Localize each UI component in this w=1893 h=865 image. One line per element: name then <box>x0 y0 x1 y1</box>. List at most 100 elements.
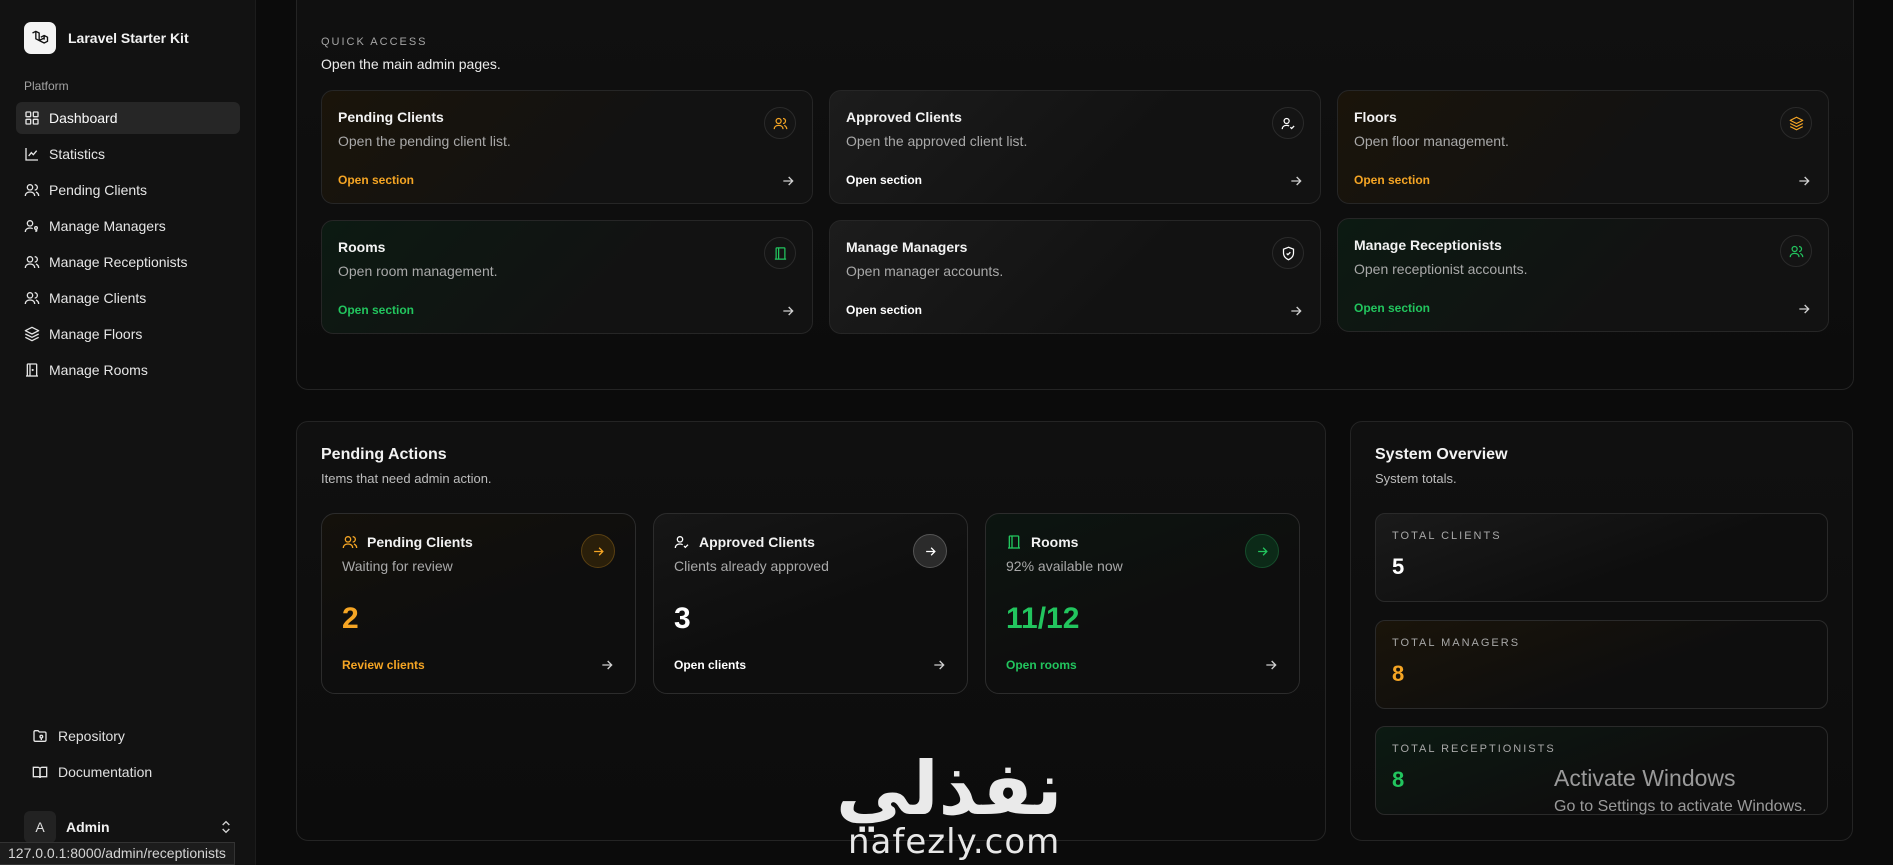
quick-card-manage-managers[interactable]: Manage Managers Open manager accounts. O… <box>829 220 1321 334</box>
arrow-right-icon <box>602 660 613 670</box>
stat-label: TOTAL MANAGERS <box>1392 637 1521 649</box>
sidebar-item-manage-floors[interactable]: Manage Floors <box>16 318 240 350</box>
layers-icon <box>1780 107 1812 139</box>
go-pending-clients-button[interactable] <box>581 534 615 568</box>
stat-value: 5 <box>1392 554 1405 579</box>
card-subtitle: Clients already approved <box>674 558 829 574</box>
card-desc: Open receptionist accounts. <box>1354 261 1528 277</box>
nav-group-label: Platform <box>24 79 69 93</box>
documentation-link[interactable]: Documentation <box>24 756 234 788</box>
door-icon <box>26 363 38 377</box>
arrow-right-icon <box>1291 176 1302 186</box>
sidebar-item-manage-receptionists[interactable]: Manage Receptionists <box>16 246 240 278</box>
arrow-right-icon <box>783 176 794 186</box>
open-section-link[interactable]: Open section <box>338 303 414 317</box>
user-name: Admin <box>66 819 110 835</box>
documentation-label: Documentation <box>58 764 153 780</box>
arrow-right-icon <box>925 546 936 556</box>
user-key-icon <box>24 220 38 233</box>
quick-access-panel: QUICK ACCESS Open the main admin pages. … <box>296 0 1854 390</box>
stat-total-clients: TOTAL CLIENTS 5 <box>1375 513 1828 602</box>
open-section-link[interactable]: Open section <box>1354 173 1430 187</box>
users-icon <box>764 107 796 139</box>
repository-label: Repository <box>58 728 125 744</box>
book-icon <box>32 766 48 779</box>
stat-label: TOTAL RECEPTIONISTS <box>1392 743 1556 755</box>
card-desc: Open floor management. <box>1354 133 1509 149</box>
card-desc: Open manager accounts. <box>846 263 1004 279</box>
sidebar-item-dashboard[interactable]: Dashboard <box>16 102 240 134</box>
pending-card-pending-clients[interactable]: Pending Clients Waiting for review 2 Rev… <box>321 513 636 694</box>
open-section-link[interactable]: Open section <box>846 303 922 317</box>
user-check-icon <box>674 536 689 549</box>
sidebar-item-manage-clients[interactable]: Manage Clients <box>16 282 240 314</box>
card-desc: Open room management. <box>338 263 498 279</box>
stat-total-managers: TOTAL MANAGERS 8 <box>1375 620 1828 709</box>
quick-card-rooms[interactable]: Rooms Open room management. Open section <box>321 220 813 334</box>
sidebar-nav: Dashboard Statistics Pending Clients Man… <box>16 102 240 390</box>
card-title: Manage Receptionists <box>1354 237 1502 253</box>
arrow-right-icon <box>1799 176 1810 186</box>
pending-actions-panel: Pending Actions Items that need admin ac… <box>296 421 1326 841</box>
quick-card-pending-clients[interactable]: Pending Clients Open the pending client … <box>321 90 813 204</box>
repository-link[interactable]: Repository <box>24 720 234 752</box>
arrow-right-icon <box>783 306 794 316</box>
arrow-right-icon <box>1257 546 1268 556</box>
chevrons-up-down-icon <box>222 820 230 834</box>
quick-card-manage-receptionists[interactable]: Manage Receptionists Open receptionist a… <box>1337 218 1829 332</box>
sidebar-item-pending-clients[interactable]: Pending Clients <box>16 174 240 206</box>
stat-label: TOTAL CLIENTS <box>1392 530 1502 542</box>
sidebar-item-label: Statistics <box>49 146 106 162</box>
arrow-right-icon <box>593 546 604 556</box>
card-title: Manage Managers <box>846 239 968 255</box>
brand-name: Laravel Starter Kit <box>68 30 189 46</box>
laravel-logo-icon <box>24 22 56 54</box>
go-approved-clients-button[interactable] <box>913 534 947 568</box>
review-clients-link[interactable]: Review clients <box>342 658 425 672</box>
status-bar-url: 127.0.0.1:8000/admin/receptionists <box>0 842 235 865</box>
rooms-available-count: 11/12 <box>1006 602 1080 635</box>
layers-icon <box>24 326 40 342</box>
sidebar-item-label: Manage Rooms <box>49 362 148 378</box>
open-section-link[interactable]: Open section <box>338 173 414 187</box>
quick-card-approved-clients[interactable]: Approved Clients Open the approved clien… <box>829 90 1321 204</box>
dashboard-icon <box>25 111 39 125</box>
sidebar-item-label: Manage Floors <box>49 326 143 342</box>
sidebar-item-label: Manage Clients <box>49 290 147 306</box>
sidebar-item-manage-rooms[interactable]: Manage Rooms <box>16 354 240 386</box>
sidebar-item-label: Manage Receptionists <box>49 254 188 270</box>
activate-windows-notice: Activate Windows Go to Settings to activ… <box>1554 765 1807 816</box>
watermark-logo: نفذلي <box>836 746 1063 832</box>
activate-windows-subtitle: Go to Settings to activate Windows. <box>1554 798 1807 815</box>
pending-clients-count: 2 <box>342 602 359 635</box>
sidebar-item-manage-managers[interactable]: Manage Managers <box>16 210 240 242</box>
user-menu[interactable]: A Admin <box>24 811 234 843</box>
open-section-link[interactable]: Open section <box>1354 301 1430 315</box>
open-rooms-link[interactable]: Open rooms <box>1006 658 1077 672</box>
open-clients-link[interactable]: Open clients <box>674 658 746 672</box>
folder-git-icon <box>33 730 47 742</box>
activate-windows-title: Activate Windows <box>1554 765 1736 791</box>
go-rooms-button[interactable] <box>1245 534 1279 568</box>
card-title: Approved Clients <box>699 534 815 550</box>
card-title: Rooms <box>1031 534 1079 550</box>
arrow-right-icon <box>1799 304 1810 314</box>
users-icon <box>24 184 40 197</box>
pending-card-approved-clients[interactable]: Approved Clients Clients already approve… <box>653 513 968 694</box>
door-icon <box>1008 535 1020 549</box>
chart-icon <box>25 148 38 161</box>
door-icon <box>764 237 796 269</box>
sidebar: Laravel Starter Kit Platform Dashboard S… <box>0 0 256 865</box>
system-overview-subtitle: System totals. <box>1375 471 1457 486</box>
card-desc: Open the pending client list. <box>338 133 511 149</box>
users-icon <box>342 536 358 549</box>
pending-card-rooms[interactable]: Rooms 92% available now 11/12 Open rooms <box>985 513 1300 694</box>
sidebar-item-statistics[interactable]: Statistics <box>16 138 240 170</box>
sidebar-item-label: Pending Clients <box>49 182 148 198</box>
quick-card-floors[interactable]: Floors Open floor management. Open secti… <box>1337 90 1829 204</box>
sidebar-item-label: Manage Managers <box>49 218 166 234</box>
card-title: Pending Clients <box>338 109 444 125</box>
open-section-link[interactable]: Open section <box>846 173 922 187</box>
arrow-right-icon <box>934 660 945 670</box>
brand[interactable]: Laravel Starter Kit <box>24 22 189 54</box>
